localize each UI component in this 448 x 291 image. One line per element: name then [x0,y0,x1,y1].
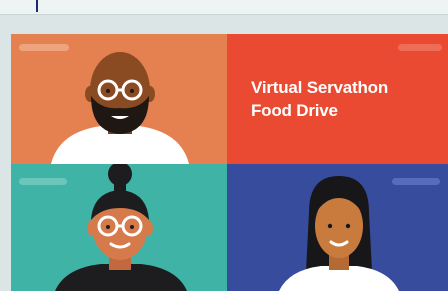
event-title-line-1: Virtual Servathon [251,78,389,97]
woman-long-hair-avatar [279,176,399,291]
participant-tile-3[interactable] [227,164,448,291]
man-topknot-glasses-avatar [55,164,187,291]
bald-man-glasses-beard-avatar [51,52,189,164]
event-title-tile: Virtual Servathon Food Drive [227,34,448,164]
event-title: Virtual Servathon Food Drive [251,76,441,122]
top-bar [0,0,448,15]
participant-tile-1[interactable] [11,34,227,164]
name-tag-pill [398,44,442,51]
participant-tile-2[interactable] [11,164,227,291]
event-title-line-2: Food Drive [251,101,338,120]
text-cursor [36,0,38,12]
video-call-grid: Virtual Servathon Food Drive [11,34,448,291]
